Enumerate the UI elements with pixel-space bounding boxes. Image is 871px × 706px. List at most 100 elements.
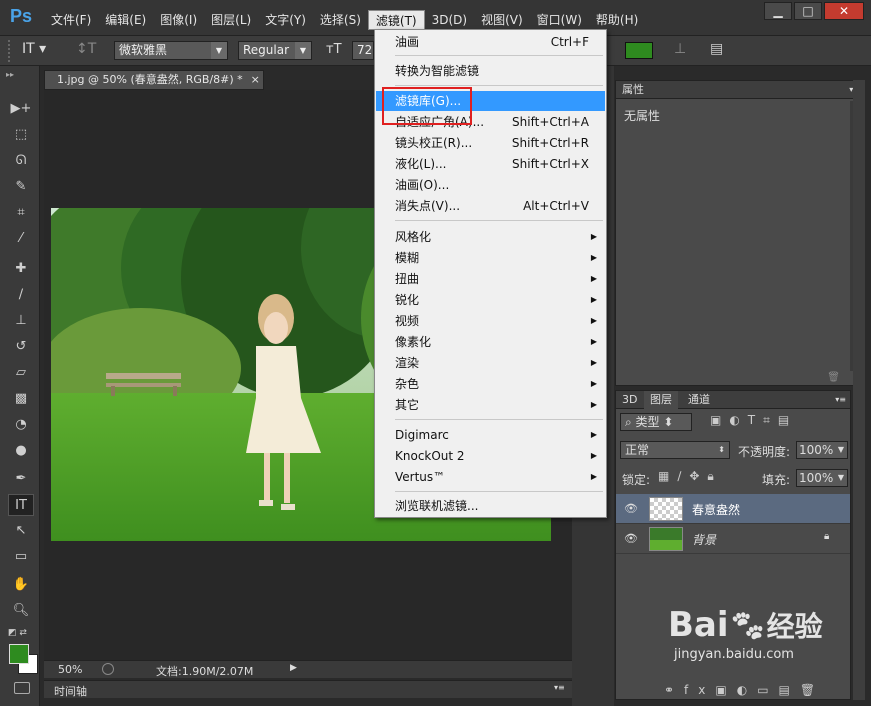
menu-item-noise[interactable]: 杂色 ▶ bbox=[376, 374, 605, 394]
panel-menu-icon[interactable]: ▾≡ bbox=[835, 391, 846, 409]
tab-3d[interactable]: 3D bbox=[622, 391, 637, 409]
font-size-value: 72 bbox=[357, 43, 373, 57]
timeline-label: 时间轴 bbox=[54, 685, 87, 698]
visibility-eye-icon[interactable]: 👁︎ bbox=[624, 502, 638, 515]
menu-item-vertus[interactable]: Vertus™ ▶ bbox=[376, 467, 605, 487]
font-style-select[interactable]: Regular ▼ bbox=[238, 41, 312, 60]
menu-item-render[interactable]: 渲染 ▶ bbox=[376, 353, 605, 373]
tools-collapse-icon[interactable]: ▸▸ bbox=[6, 70, 14, 79]
menu-filter[interactable]: 滤镜(T) bbox=[367, 10, 425, 30]
menu-item-shortcut: Shift+Ctrl+X bbox=[512, 157, 589, 171]
menu-item-blur[interactable]: 模糊 ▶ bbox=[376, 248, 605, 268]
menu-item-browse-online[interactable]: 浏览联机滤镜... bbox=[376, 496, 605, 516]
menu-file[interactable]: 文件(F) bbox=[44, 10, 98, 30]
text-orientation-icon[interactable]: ↕T bbox=[76, 41, 98, 61]
layer-row[interactable]: 👁︎ 背景 🔒︎ bbox=[616, 524, 850, 554]
crop-tool-icon[interactable]: ⌗ bbox=[8, 202, 34, 224]
text-color-swatch[interactable] bbox=[625, 42, 653, 59]
menu-help[interactable]: 帮助(H) bbox=[589, 10, 645, 30]
close-tab-icon[interactable]: × bbox=[251, 73, 260, 86]
zoom-tool-icon[interactable]: 🔍︎ bbox=[8, 600, 34, 622]
menu-separator bbox=[395, 419, 603, 420]
layer-name[interactable]: 背景 bbox=[692, 531, 716, 548]
document-size-info: 文档:1.90M/2.07M bbox=[156, 665, 254, 678]
timeline-panel-header[interactable]: 时间轴 ▾≡ bbox=[44, 680, 572, 698]
blur-tool-icon[interactable]: ◔ bbox=[8, 414, 34, 436]
status-arrow-icon[interactable]: ▶ bbox=[290, 663, 297, 673]
menu-view[interactable]: 视图(V) bbox=[474, 10, 530, 30]
document-tab[interactable]: 1.jpg @ 50% (春意盎然, RGB/8#) * × bbox=[44, 70, 264, 90]
menu-item-label: 浏览联机滤镜... bbox=[395, 499, 479, 513]
maximize-button[interactable]: □ bbox=[794, 2, 822, 20]
submenu-arrow-icon: ▶ bbox=[590, 232, 597, 241]
pen-tool-icon[interactable]: ✒ bbox=[8, 468, 34, 490]
font-family-value: 微软雅黑 bbox=[119, 43, 168, 57]
menu-item-vanishing-point[interactable]: 消失点(V)... Alt+Ctrl+V bbox=[376, 196, 605, 216]
lasso-tool-icon[interactable]: ᘏ bbox=[8, 150, 34, 172]
gradient-tool-icon[interactable]: ▩ bbox=[8, 388, 34, 410]
menu-item-oil-paint[interactable]: 油画(O)... bbox=[376, 175, 605, 195]
zoom-level[interactable]: 50% bbox=[58, 663, 82, 676]
menu-item-stylize[interactable]: 风格化 ▶ bbox=[376, 227, 605, 247]
marquee-tool-icon[interactable]: ⬚ bbox=[8, 124, 34, 146]
menu-3d[interactable]: 3D(D) bbox=[425, 10, 474, 30]
font-size-field[interactable]: 72 bbox=[352, 41, 374, 60]
menu-item-pixelate[interactable]: 像素化 ▶ bbox=[376, 332, 605, 352]
layer-action-icons[interactable]: ⚭fx▣◐▭▤🗑︎ bbox=[664, 683, 825, 697]
warp-text-icon[interactable]: ⊥ bbox=[674, 41, 686, 57]
panel-menu-icon[interactable]: ▾≡ bbox=[554, 683, 565, 692]
menu-item-digimarc[interactable]: Digimarc ▶ bbox=[376, 425, 605, 445]
path-selection-tool-icon[interactable]: ↖ bbox=[8, 520, 34, 542]
layer-row[interactable]: 👁︎ 春意盎然 bbox=[616, 494, 850, 524]
opacity-field[interactable]: 100% ▼ bbox=[796, 441, 848, 459]
dodge-tool-icon[interactable]: ● bbox=[8, 440, 34, 462]
menu-window[interactable]: 窗口(W) bbox=[530, 10, 589, 30]
menu-type[interactable]: 文字(Y) bbox=[258, 10, 313, 30]
layer-filter-select[interactable]: ⌕ 类型 ⬍ bbox=[620, 413, 692, 431]
tab-channels[interactable]: 通道 bbox=[688, 391, 710, 409]
eraser-tool-icon[interactable]: ▱ bbox=[8, 362, 34, 384]
text-tool-preset-icon[interactable]: ⅠT ▾ bbox=[22, 41, 60, 61]
menu-item-lens-correction[interactable]: 镜头校正(R)... Shift+Ctrl+R bbox=[376, 133, 605, 153]
font-family-select[interactable]: 微软雅黑 ▼ bbox=[114, 41, 228, 60]
watermark-brand-suffix: 经验 bbox=[766, 610, 823, 643]
clone-stamp-tool-icon[interactable]: ⊥ bbox=[8, 310, 34, 332]
default-colors-icon[interactable]: ◩ ⇄ bbox=[8, 628, 27, 638]
type-tool-icon[interactable]: ⅠT bbox=[8, 494, 34, 516]
menu-item-liquify[interactable]: 液化(L)... Shift+Ctrl+X bbox=[376, 154, 605, 174]
close-button[interactable]: ✕ bbox=[824, 2, 864, 20]
hand-tool-icon[interactable]: ✋ bbox=[8, 574, 34, 596]
foreground-color-swatch[interactable] bbox=[9, 644, 29, 664]
fill-field[interactable]: 100% ▼ bbox=[796, 469, 848, 487]
visibility-eye-icon[interactable]: 👁︎ bbox=[624, 532, 638, 545]
rectangle-tool-icon[interactable]: ▭ bbox=[8, 546, 34, 568]
menu-select[interactable]: 选择(S) bbox=[313, 10, 368, 30]
healing-brush-tool-icon[interactable]: ✚ bbox=[8, 258, 34, 280]
quick-select-tool-icon[interactable]: ✎ bbox=[8, 176, 34, 198]
quick-mask-icon[interactable] bbox=[14, 682, 30, 694]
blend-mode-select[interactable]: 正常 ⬍ bbox=[620, 441, 730, 459]
menu-item-label: 风格化 bbox=[395, 230, 432, 244]
menu-item-distort[interactable]: 扭曲 ▶ bbox=[376, 269, 605, 289]
minimize-button[interactable]: ▁ bbox=[764, 2, 792, 20]
tab-layers[interactable]: 图层 bbox=[644, 391, 678, 409]
menu-item-convert-smart[interactable]: 转换为智能滤镜 bbox=[376, 61, 605, 81]
menu-item-last-filter[interactable]: 油画 Ctrl+F bbox=[376, 32, 605, 52]
menu-image[interactable]: 图像(I) bbox=[153, 10, 204, 30]
status-options-icon[interactable] bbox=[102, 663, 114, 675]
menu-layer[interactable]: 图层(L) bbox=[204, 10, 258, 30]
menu-edit[interactable]: 编辑(E) bbox=[98, 10, 153, 30]
eyedropper-tool-icon[interactable]: ⁄ bbox=[8, 228, 34, 250]
menu-item-video[interactable]: 视频 ▶ bbox=[376, 311, 605, 331]
lock-icons[interactable]: ▦∕✥🔒︎ bbox=[658, 469, 722, 484]
brush-tool-icon[interactable]: ∕ bbox=[8, 284, 34, 306]
move-tool-icon[interactable]: ▶+ bbox=[8, 98, 34, 120]
history-brush-tool-icon[interactable]: ↺ bbox=[8, 336, 34, 358]
menu-item-other[interactable]: 其它 ▶ bbox=[376, 395, 605, 415]
menu-item-knockout[interactable]: KnockOut 2 ▶ bbox=[376, 446, 605, 466]
layer-filter-icons[interactable]: ▣◐T⌗▤ bbox=[710, 413, 797, 428]
layer-name[interactable]: 春意盎然 bbox=[692, 501, 740, 518]
menu-item-sharpen[interactable]: 锐化 ▶ bbox=[376, 290, 605, 310]
menu-item-label: 镜头校正(R)... bbox=[395, 136, 473, 150]
character-panel-icon[interactable]: ▤ bbox=[710, 41, 723, 57]
